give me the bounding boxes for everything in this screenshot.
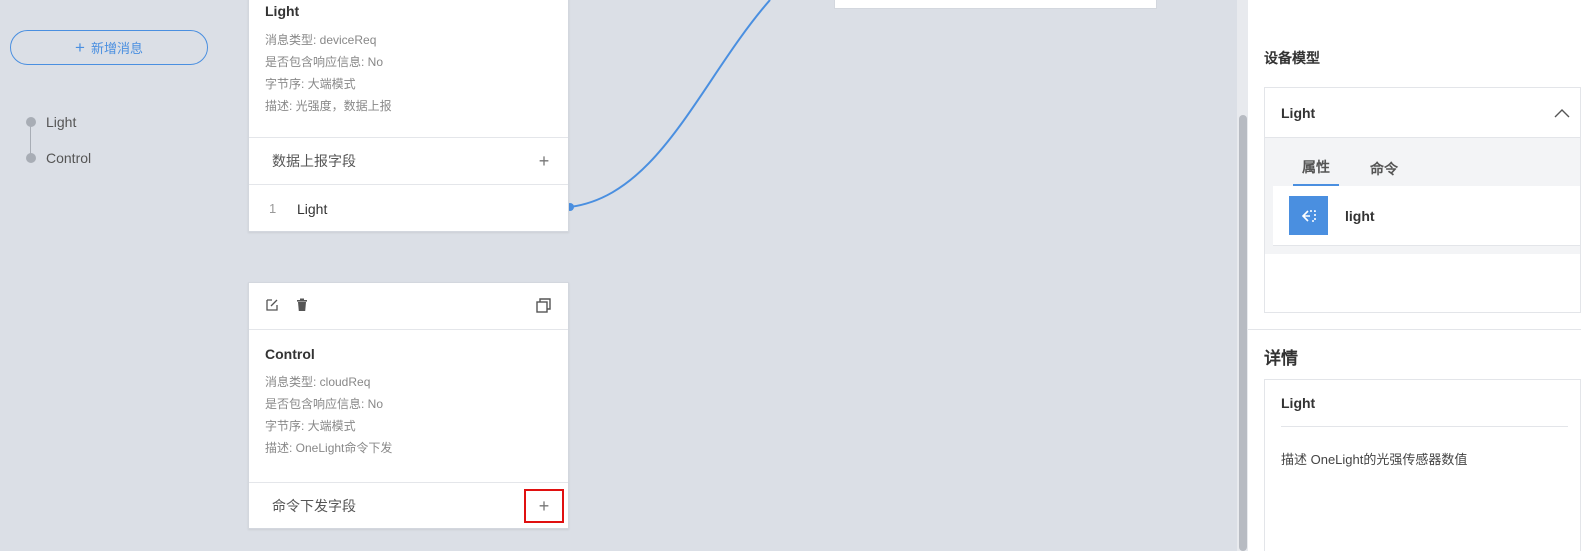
message-type: 消息类型: cloudReq: [265, 375, 371, 389]
right-panel: 设备模型 Light 属性 命令 light 详情 Light 描述 OneLi…: [1248, 0, 1581, 551]
field-name: Light: [297, 200, 328, 217]
property-arrow-icon: [1289, 196, 1328, 235]
device-model-title: 设备模型: [1264, 50, 1320, 66]
tab-commands[interactable]: 命令: [1361, 159, 1407, 186]
property-item[interactable]: light: [1273, 186, 1580, 246]
scrollbar-thumb[interactable]: [1239, 115, 1247, 551]
device-model-box: Light 属性 命令 light: [1264, 87, 1581, 313]
canvas-scrollbar[interactable]: [1237, 0, 1248, 551]
message-item-light[interactable]: Light: [26, 104, 91, 140]
message-item-label: Control: [46, 150, 92, 166]
connection-line: [569, 0, 771, 208]
model-tabs: 属性 命令: [1265, 138, 1580, 186]
message-type: 消息类型: deviceReq: [265, 33, 377, 47]
detail-description: 描述 OneLight的光强传感器数值: [1281, 452, 1468, 467]
add-command-field-button[interactable]: +: [524, 489, 564, 523]
message-card-light: Light 消息类型: deviceReq 是否包含响应信息: No 字节序: …: [248, 0, 569, 232]
plus-icon: +: [75, 38, 85, 57]
tab-properties[interactable]: 属性: [1293, 157, 1339, 186]
add-field-button[interactable]: +: [524, 144, 564, 178]
chevron-up-icon[interactable]: [1554, 105, 1570, 121]
model-header[interactable]: Light: [1265, 88, 1580, 138]
model-name: Light: [1281, 104, 1316, 121]
field-row[interactable]: 1 Light: [249, 185, 568, 232]
detail-box: Light 描述 OneLight的光强传感器数值: [1264, 379, 1581, 551]
field-header-label: 数据上报字段: [272, 153, 356, 169]
target-message-card: [834, 0, 1157, 9]
detail-name: Light: [1281, 380, 1568, 427]
field-header: 数据上报字段 +: [249, 138, 568, 184]
card-title: Light: [265, 3, 300, 19]
property-name: light: [1345, 207, 1375, 224]
delete-icon[interactable]: [295, 298, 311, 314]
field-index: 1: [269, 201, 277, 216]
card-title: Control: [265, 346, 315, 362]
byte-order: 字节序: 大端模式: [265, 77, 356, 91]
detail-title: 详情: [1264, 349, 1298, 368]
description: 描述: OneLight命令下发: [265, 441, 393, 455]
card-toolbar: [249, 283, 568, 329]
copy-icon[interactable]: [536, 298, 552, 314]
device-model-section: 设备模型 Light 属性 命令 light: [1248, 0, 1581, 330]
timeline-dot-icon: [26, 153, 36, 163]
add-message-label: 新增消息: [90, 41, 143, 56]
add-message-button[interactable]: + 新增消息: [10, 30, 208, 65]
timeline-dot-icon: [26, 117, 36, 127]
has-response: 是否包含响应信息: No: [265, 55, 384, 69]
field-header-label: 命令下发字段: [272, 498, 356, 514]
has-response: 是否包含响应信息: No: [265, 397, 384, 411]
message-card-control: Control 消息类型: cloudReq 是否包含响应信息: No 字节序:…: [248, 282, 569, 529]
edit-icon[interactable]: [265, 298, 281, 314]
panel-divider: [1248, 329, 1581, 330]
message-list: Light Control: [26, 104, 91, 176]
description: 描述: 光强度，数据上报: [265, 99, 392, 113]
message-item-label: Light: [46, 114, 77, 130]
field-header: 命令下发字段 +: [249, 483, 568, 529]
byte-order: 字节序: 大端模式: [265, 419, 356, 433]
message-item-control[interactable]: Control: [26, 140, 91, 176]
